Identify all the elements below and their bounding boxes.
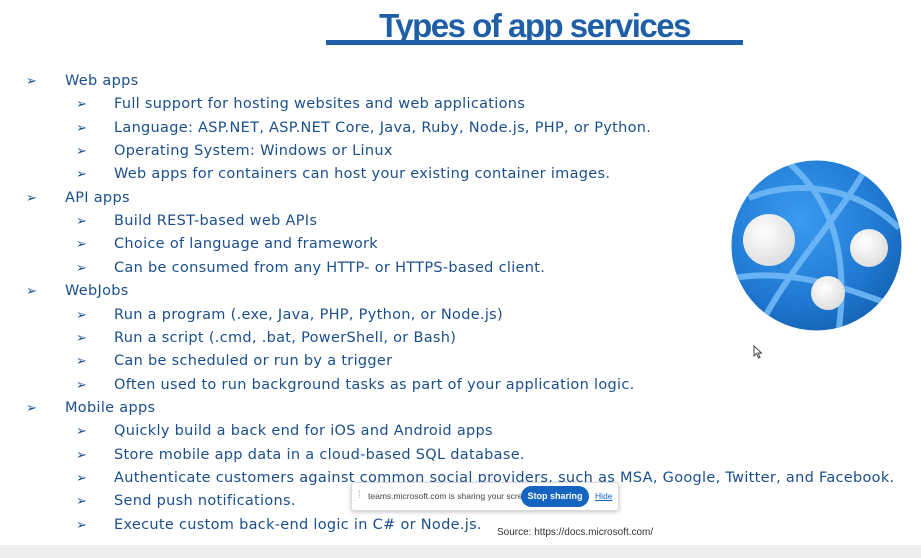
title-underline <box>326 40 743 45</box>
arrow-bullet-icon: ➢ <box>76 517 87 533</box>
drag-grip-icon[interactable]: ⁞ <box>358 490 361 502</box>
list-item-text: Operating System: Windows or Linux <box>114 143 393 160</box>
arrow-bullet-icon: ➢ <box>26 400 37 416</box>
arrow-bullet-icon: ➢ <box>76 424 87 440</box>
list-item-text: Store mobile app data in a cloud-based S… <box>114 446 525 463</box>
list-item-text: Can be consumed from any HTTP- or HTTPS-… <box>114 259 546 276</box>
arrow-bullet-icon: ➢ <box>76 330 87 346</box>
list-item-text: Build REST-based web APIs <box>114 213 318 230</box>
stop-sharing-button[interactable]: Stop sharing <box>521 486 589 507</box>
arrow-bullet-icon: ➢ <box>76 307 87 323</box>
arrow-bullet-icon: ➢ <box>26 74 37 89</box>
arrow-bullet-icon: ➢ <box>76 237 87 253</box>
source-citation: Source: https://docs.microsoft.com/ <box>497 527 654 538</box>
list-item-text: Web apps for containers can host your ex… <box>114 166 611 183</box>
arrow-bullet-icon: ➢ <box>26 284 37 300</box>
list-item-text: Send push notifications. <box>114 493 296 510</box>
list-item-text: Full support for hosting websites and we… <box>114 96 526 113</box>
list-item-text: Execute custom back-end logic in C# or N… <box>114 516 482 533</box>
mouse-cursor-icon <box>753 345 763 359</box>
arrow-bullet-icon: ➢ <box>26 190 37 206</box>
bottom-bar <box>0 545 921 558</box>
section-heading-label: Mobile apps <box>65 399 156 416</box>
arrow-bullet-icon: ➢ <box>76 97 87 113</box>
list-item-text: Choice of language and framework <box>114 236 378 253</box>
title-block: Types of app services <box>326 8 743 46</box>
list-item-text: Run a script (.cmd, .bat, PowerShell, or… <box>114 329 457 346</box>
list-item-text: Run a program (.exe, Java, PHP, Python, … <box>114 306 503 323</box>
hide-link[interactable]: Hide <box>595 490 612 502</box>
section-heading-label: API apps <box>65 189 130 206</box>
section-heading-label: Web apps <box>65 73 139 89</box>
arrow-bullet-icon: ➢ <box>76 447 87 463</box>
list-item-text: Often used to run background tasks as pa… <box>114 376 635 393</box>
azure-app-service-icon <box>731 160 902 331</box>
section-heading-label: WebJobs <box>65 283 129 300</box>
arrow-bullet-icon: ➢ <box>76 167 87 183</box>
arrow-bullet-icon: ➢ <box>76 144 87 160</box>
share-message: teams.microsoft.com is sharing your scre… <box>368 491 535 501</box>
arrow-bullet-icon: ➢ <box>76 214 87 230</box>
screen-share-toast: ⁞ teams.microsoft.com is sharing your sc… <box>351 482 619 511</box>
arrow-bullet-icon: ➢ <box>76 354 87 370</box>
arrow-bullet-icon: ➢ <box>76 260 87 276</box>
arrow-bullet-icon: ➢ <box>76 494 87 510</box>
arrow-bullet-icon: ➢ <box>76 377 87 393</box>
list-item-text: Can be scheduled or run by a trigger <box>114 353 393 370</box>
slide: Types of app services ➢ Web apps ➢ Full sup… <box>0 0 921 545</box>
list-item-text: Language: ASP.NET, ASP.NET Core, Java, R… <box>114 119 652 136</box>
arrow-bullet-icon: ➢ <box>76 470 87 486</box>
arrow-bullet-icon: ➢ <box>76 120 87 136</box>
list-item-text: Quickly build a back end for iOS and And… <box>114 423 493 440</box>
slide-title: Types of app services <box>379 7 691 44</box>
